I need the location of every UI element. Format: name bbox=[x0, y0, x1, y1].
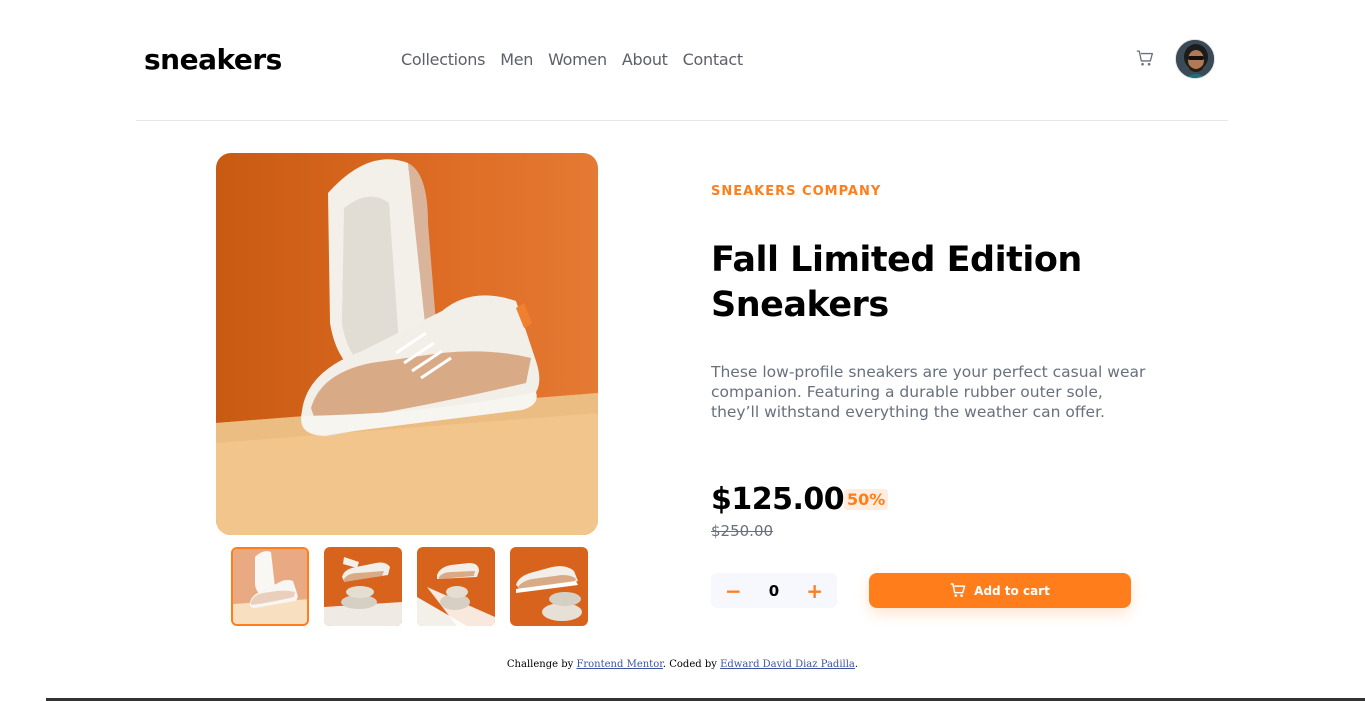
nav-contact[interactable]: Contact bbox=[683, 50, 743, 69]
add-to-cart-label: Add to cart bbox=[974, 583, 1050, 598]
attribution-footer: Challenge by Frontend Mentor. Coded by E… bbox=[0, 659, 1365, 670]
frontend-mentor-link[interactable]: Frontend Mentor bbox=[576, 659, 662, 670]
attribution-text: Challenge by bbox=[506, 659, 577, 670]
increase-quantity-button[interactable]: + bbox=[806, 581, 823, 601]
thumbnail-4[interactable] bbox=[510, 547, 588, 626]
cart-icon bbox=[950, 583, 966, 597]
nav-about[interactable]: About bbox=[622, 50, 668, 69]
site-header: sneakers Collections Men Women About Con… bbox=[136, 0, 1228, 121]
current-price: $125.00 bbox=[711, 482, 845, 517]
discount-badge: 50% bbox=[844, 489, 889, 510]
attribution-text: . Coded by bbox=[662, 659, 721, 670]
author-link[interactable]: Edward David Diaz Padilla bbox=[720, 659, 855, 670]
site-logo[interactable]: sneakers bbox=[144, 43, 282, 76]
nav-women[interactable]: Women bbox=[548, 50, 607, 69]
thumbnail-strip bbox=[231, 547, 588, 626]
avatar[interactable] bbox=[1175, 39, 1215, 79]
quantity-stepper: − 0 + bbox=[711, 573, 837, 608]
add-to-cart-button[interactable]: Add to cart bbox=[869, 573, 1131, 608]
thumbnail-2[interactable] bbox=[324, 547, 402, 626]
product-description: These low-profile sneakers are your perf… bbox=[711, 363, 1146, 421]
quantity-value: 0 bbox=[768, 581, 780, 600]
main-nav: Collections Men Women About Contact bbox=[401, 50, 743, 69]
cart-icon[interactable] bbox=[1136, 50, 1154, 67]
product-main-image[interactable] bbox=[216, 153, 598, 535]
decrease-quantity-button[interactable]: − bbox=[725, 581, 742, 601]
nav-men[interactable]: Men bbox=[500, 50, 533, 69]
thumbnail-1[interactable] bbox=[231, 547, 309, 626]
company-label: SNEAKERS COMPANY bbox=[711, 184, 882, 199]
attribution-text: . bbox=[854, 659, 859, 670]
nav-collections[interactable]: Collections bbox=[401, 50, 485, 69]
original-price: $250.00 bbox=[711, 522, 774, 540]
product-title: Fall Limited Edition Sneakers bbox=[711, 240, 1082, 325]
thumbnail-3[interactable] bbox=[417, 547, 495, 626]
